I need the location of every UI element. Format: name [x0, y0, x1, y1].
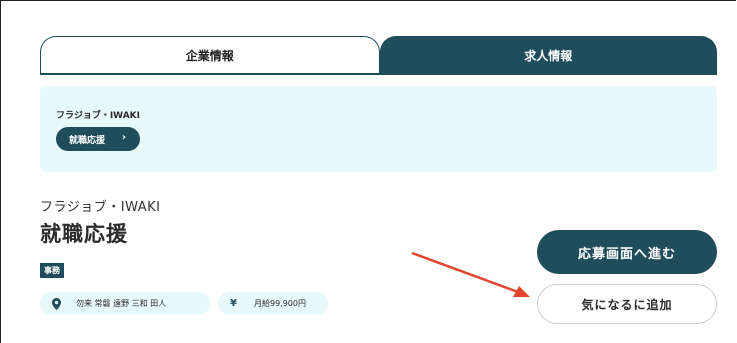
salary-chip: ¥ 月給99,900円 — [218, 292, 328, 315]
location-chip: 勿来 常磐 遠野 三和 田人 — [40, 292, 210, 315]
tab-underline — [40, 73, 717, 75]
salary-text: 月給99,900円 — [254, 299, 306, 308]
company-name: フラジョブ・IWAKI — [40, 200, 161, 215]
job-title: 就職応援 — [40, 222, 128, 246]
card-company-name: フラジョブ・IWAKI — [56, 111, 140, 121]
tab-company-info[interactable]: 企業情報 — [40, 36, 380, 74]
apply-button[interactable]: 応募画面へ進む — [537, 230, 717, 274]
job-summary-card: フラジョブ・IWAKI 就職応援 › — [40, 86, 717, 172]
add-to-favorites-button[interactable]: 気になるに追加 — [537, 284, 717, 324]
yen-icon: ¥ — [230, 297, 237, 309]
tab-job-info[interactable]: 求人情報 — [379, 36, 717, 74]
category-badge: 事務 — [40, 263, 64, 278]
job-link-button[interactable]: 就職応援 › — [56, 127, 140, 151]
job-link-label: 就職応援 — [69, 135, 106, 146]
location-text: 勿来 常磐 遠野 三和 田人 — [76, 299, 167, 308]
map-pin-icon — [52, 297, 62, 310]
tab-bar: 企業情報 求人情報 — [40, 36, 717, 74]
chevron-right-icon: › — [121, 132, 126, 143]
